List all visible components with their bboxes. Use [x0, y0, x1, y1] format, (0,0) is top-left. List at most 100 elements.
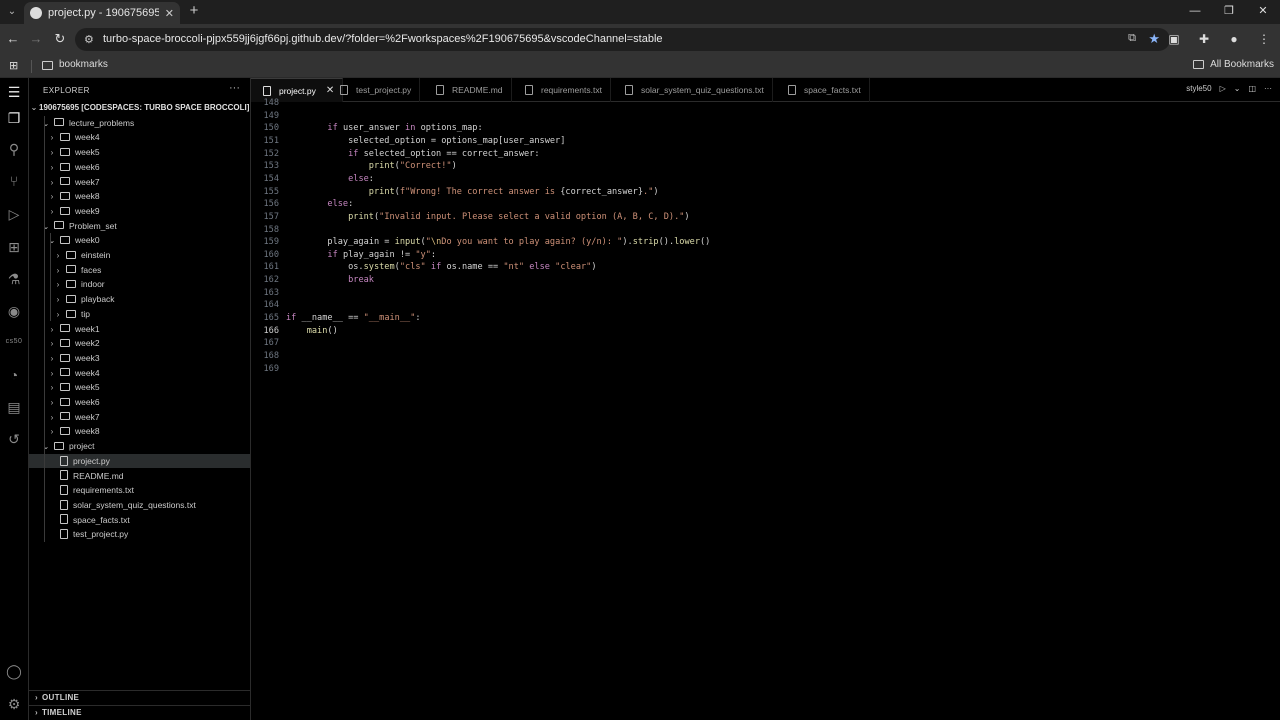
folder-item[interactable]: › tip	[29, 307, 250, 322]
menu-icon[interactable]: ☰	[3, 81, 25, 103]
tab-search-chevron-icon[interactable]: ⌄	[4, 4, 20, 20]
code-line[interactable]: if selected_option == correct_answer:	[286, 149, 539, 159]
folder-item[interactable]: › week5	[29, 145, 250, 160]
site-info-icon[interactable]: ⚙	[84, 33, 94, 46]
cs50-icon[interactable]: cs50	[3, 331, 25, 353]
file-item[interactable]: solar_system_quiz_questions.txt	[29, 498, 250, 513]
code-line[interactable]: else:	[286, 174, 374, 184]
more-actions-icon[interactable]: ···	[229, 82, 240, 94]
extensions-icon[interactable]: ⊞	[3, 236, 25, 258]
chevron-right-icon: ›	[50, 398, 54, 407]
file-item[interactable]: test_project.py	[29, 527, 250, 542]
tree-item-label: week4	[75, 132, 100, 143]
folder-item[interactable]: ⌄ lecture_problems	[29, 116, 250, 131]
address-bar[interactable]: ⚙ turbo-space-broccoli-pjpx559jj6jgf66pj…	[75, 28, 1170, 51]
editor-tab[interactable]: requirements.txt	[513, 78, 611, 102]
restore-icon[interactable]: ❐	[1212, 0, 1246, 24]
folder-item[interactable]: › week4	[29, 366, 250, 381]
split-editor-icon[interactable]: ◫	[1248, 84, 1256, 93]
folder-item[interactable]: › indoor	[29, 277, 250, 292]
file-item[interactable]: README.md	[29, 469, 250, 484]
folder-item[interactable]: › week7	[29, 410, 250, 425]
code-line[interactable]: if play_again != "y":	[286, 250, 436, 260]
file-item[interactable]: requirements.txt	[29, 483, 250, 498]
folder-item[interactable]: › week8	[29, 424, 250, 439]
run-icon[interactable]: ▷	[1220, 84, 1226, 93]
code-line[interactable]: main()	[286, 326, 338, 336]
folder-item[interactable]: ⌄ project	[29, 439, 250, 454]
ducky-icon[interactable]: ◔	[3, 364, 25, 386]
folder-item[interactable]: ⌄ Problem_set	[29, 219, 250, 234]
editor-more-icon[interactable]: ···	[1264, 84, 1272, 93]
media-icon[interactable]: ▣	[1166, 31, 1182, 47]
folder-item[interactable]: › week6	[29, 160, 250, 175]
code-line[interactable]: if user_answer in options_map:	[286, 123, 482, 133]
folder-item[interactable]: › week6	[29, 395, 250, 410]
close-tab-icon[interactable]: ✕	[165, 7, 174, 20]
bookmarks-folder[interactable]: bookmarks	[42, 59, 108, 70]
code-line[interactable]: os.system("cls" if os.name == "nt" else …	[286, 262, 596, 272]
folder-icon	[60, 236, 70, 245]
line-number: 157	[263, 211, 279, 222]
browser-tab-active[interactable]: project.py - 190675695 [Codesp ✕	[24, 2, 180, 24]
folder-item[interactable]: ⌄ week0	[29, 233, 250, 248]
code-line[interactable]: else:	[286, 199, 353, 209]
extensions-puzzle-icon[interactable]: ✚	[1196, 31, 1212, 47]
folder-item[interactable]: › faces	[29, 263, 250, 278]
forward-icon[interactable]: →	[28, 31, 44, 47]
search-icon[interactable]: ⚲	[3, 138, 25, 160]
folder-item[interactable]: › week3	[29, 351, 250, 366]
remote-icon[interactable]: ↺	[3, 428, 25, 450]
file-item[interactable]: space_facts.txt	[29, 513, 250, 528]
bookmark-star-icon[interactable]: ★	[1148, 31, 1160, 47]
code-editor[interactable]: 148 149 150 if user_answer in options_map:…	[251, 98, 1280, 720]
docker-icon[interactable]: ▤	[3, 396, 25, 418]
code-line[interactable]: print("Correct!")	[286, 161, 457, 171]
code-line[interactable]: selected_option = options_map[user_answe…	[286, 136, 565, 146]
folder-item[interactable]: › week1	[29, 322, 250, 337]
new-tab-icon[interactable]: +	[186, 3, 202, 19]
code-line[interactable]: play_again = input("\nDo you want to pla…	[286, 237, 710, 247]
apps-grid-icon[interactable]: ⊞	[9, 59, 18, 72]
all-bookmarks[interactable]: All Bookmarks	[1193, 59, 1274, 70]
line-number: 164	[263, 300, 279, 311]
code-line[interactable]: print("Invalid input. Please select a va…	[286, 212, 690, 222]
folder-item[interactable]: › einstein	[29, 248, 250, 263]
folder-item[interactable]: › week8	[29, 189, 250, 204]
github-icon[interactable]: ◉	[3, 300, 25, 322]
code-line[interactable]: print(f"Wrong! The correct answer is {co…	[286, 187, 659, 197]
profile-icon[interactable]: ●	[1226, 31, 1242, 47]
editor-tab[interactable]: space_facts.txt	[776, 78, 870, 102]
timeline-section[interactable]: › TIMELINE	[29, 705, 250, 720]
folder-item[interactable]: › week9	[29, 204, 250, 219]
file-icon	[60, 484, 68, 495]
editor-tab[interactable]: README.md	[424, 78, 512, 102]
folder-item[interactable]: › week5	[29, 380, 250, 395]
editor-tab[interactable]: test_project.py	[328, 78, 421, 102]
folder-item[interactable]: › week2	[29, 336, 250, 351]
minimize-icon[interactable]: —	[1178, 0, 1212, 24]
file-item[interactable]: project.py	[29, 453, 250, 469]
style50-button[interactable]: style50	[1186, 84, 1211, 93]
reload-icon[interactable]: ↻	[52, 31, 68, 47]
chevron-down-icon[interactable]: ⌄	[1234, 84, 1241, 93]
browser-menu-icon[interactable]: ⋮	[1256, 31, 1272, 47]
workspace-root[interactable]: ⌄ 190675695 [CODESPACES: TURBO SPACE BROC…	[29, 101, 250, 116]
testing-icon[interactable]: ⚗	[3, 268, 25, 290]
window-close-icon[interactable]: ✕	[1246, 0, 1280, 24]
run-debug-icon[interactable]: ▷	[3, 203, 25, 225]
code-line[interactable]: break	[286, 275, 374, 285]
source-control-icon[interactable]: ⑂	[3, 170, 25, 192]
folder-item[interactable]: › playback	[29, 292, 250, 307]
line-number: 167	[263, 338, 279, 349]
code-line[interactable]: if __name__ == "__main__":	[286, 313, 421, 323]
back-icon[interactable]: ←	[5, 31, 21, 47]
settings-icon[interactable]: ⚙	[3, 693, 25, 715]
outline-section[interactable]: › OUTLINE	[29, 690, 250, 705]
folder-item[interactable]: › week4	[29, 130, 250, 145]
install-app-icon[interactable]: ⧉	[1128, 32, 1136, 45]
explorer-icon[interactable]: ❐	[3, 107, 25, 129]
editor-tab[interactable]: solar_system_quiz_questions.txt	[613, 78, 773, 102]
folder-item[interactable]: › week7	[29, 175, 250, 190]
accounts-icon[interactable]: ◯	[3, 660, 25, 682]
